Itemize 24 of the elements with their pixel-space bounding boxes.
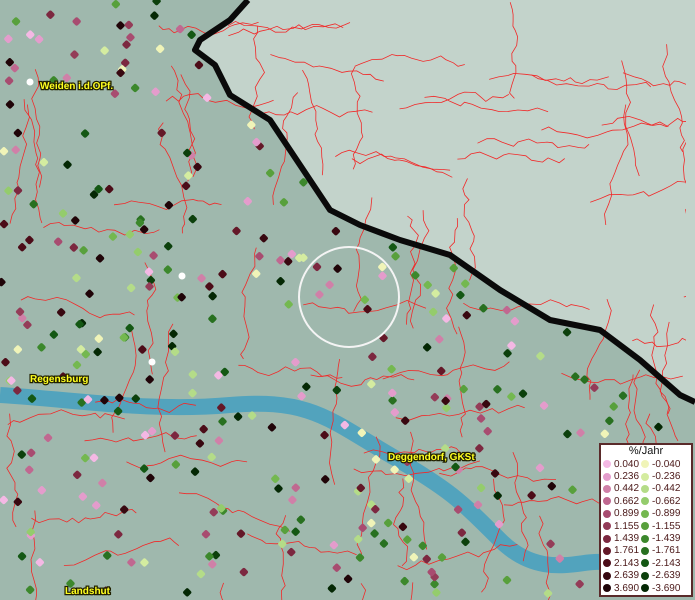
legend-value: -0.662 xyxy=(652,496,680,507)
legend-value: 0.442 xyxy=(614,483,640,494)
legend-value: 2.639 xyxy=(614,570,640,582)
legend-value: 0.040 xyxy=(614,458,640,470)
legend-value: 1.761 xyxy=(614,545,640,556)
legend-value: 3.690 xyxy=(614,582,640,594)
legend-value: 1.155 xyxy=(614,520,640,532)
legend-value: -2.639 xyxy=(652,570,680,582)
legend-title: %/Jahr xyxy=(628,445,664,458)
legend-value: 0.662 xyxy=(614,496,640,507)
legend-value: 0.236 xyxy=(614,471,640,482)
legend-value: -1.761 xyxy=(652,545,680,556)
legend-value: -3.690 xyxy=(652,582,680,594)
legend-value: -2.143 xyxy=(652,558,680,569)
legend-value: -0.236 xyxy=(652,471,680,482)
legend-value: 2.143 xyxy=(614,558,640,569)
place-label: Regensburg xyxy=(30,374,88,385)
legend-value: 1.439 xyxy=(614,533,640,544)
legend-value: -0.899 xyxy=(652,508,680,520)
legend-value: 0.899 xyxy=(614,508,640,520)
legend-value: -1.155 xyxy=(652,520,680,532)
legend-value: -0.442 xyxy=(652,483,680,494)
legend-value: -0.040 xyxy=(652,458,680,470)
legend-value: -1.439 xyxy=(652,533,680,544)
